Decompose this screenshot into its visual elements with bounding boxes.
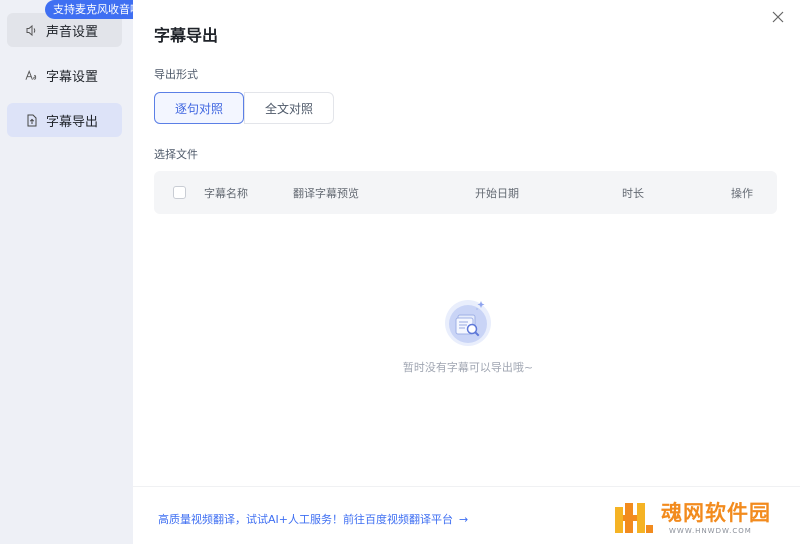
sidebar-item-subtitle-export[interactable]: 字幕导出 bbox=[7, 103, 122, 137]
column-header-duration: 时长 bbox=[622, 187, 644, 200]
empty-documents-icon bbox=[436, 293, 500, 357]
column-header-start-date: 开始日期 bbox=[475, 187, 519, 200]
watermark-subtitle: WWW.HNWDW.COM bbox=[669, 527, 752, 535]
format-option-fulltext[interactable]: 全文对照 bbox=[244, 92, 334, 124]
sidebar-item-subtitle-settings[interactable]: 字幕设置 bbox=[7, 58, 122, 92]
column-header-name: 字幕名称 bbox=[204, 187, 248, 200]
file-table-header: 字幕名称 翻译字幕预览 开始日期 时长 操作 bbox=[154, 171, 777, 214]
select-all-checkbox[interactable] bbox=[173, 186, 186, 199]
page-title: 字幕导出 bbox=[154, 26, 219, 45]
column-header-preview: 翻译字幕预览 bbox=[293, 187, 359, 200]
close-icon[interactable] bbox=[770, 9, 786, 25]
sidebar-item-label: 字幕设置 bbox=[46, 69, 99, 85]
format-option-sentence[interactable]: 逐句对照 bbox=[154, 92, 244, 124]
arrow-right-icon: → bbox=[458, 513, 469, 526]
sidebar-item-label: 字幕导出 bbox=[46, 114, 99, 130]
select-file-label: 选择文件 bbox=[154, 148, 198, 161]
text-style-icon bbox=[25, 69, 38, 82]
export-file-icon bbox=[25, 114, 38, 127]
speaker-icon bbox=[25, 24, 38, 37]
watermark-logo bbox=[615, 503, 653, 533]
footer-link-text: 高质量视频翻译，试试AI+人工服务！前往百度视频翻译平台 bbox=[158, 513, 453, 526]
column-header-actions: 操作 bbox=[731, 187, 753, 200]
empty-state: 暂时没有字幕可以导出哦~ bbox=[373, 293, 563, 375]
watermark-title: 魂网软件园 bbox=[661, 501, 771, 525]
main-panel: 字幕导出 导出形式 逐句对照 全文对照 选择文件 字幕名称 翻译字幕预览 开始日… bbox=[133, 0, 800, 544]
sidebar-item-label: 声音设置 bbox=[46, 24, 99, 40]
baidu-translation-platform-link[interactable]: 高质量视频翻译，试试AI+人工服务！前往百度视频翻译平台 → bbox=[158, 511, 468, 527]
export-format-label: 导出形式 bbox=[154, 68, 198, 81]
sidebar: 声音设置 支持麦克风收音啦~ 字幕设置 字幕导出 bbox=[0, 0, 159, 544]
app-window: 声音设置 支持麦克风收音啦~ 字幕设置 字幕导出 字幕导出 导出形式 逐句对照 … bbox=[0, 0, 800, 544]
empty-state-text: 暂时没有字幕可以导出哦~ bbox=[402, 361, 534, 374]
site-watermark: 魂网软件园 WWW.HNWDW.COM bbox=[613, 497, 793, 539]
